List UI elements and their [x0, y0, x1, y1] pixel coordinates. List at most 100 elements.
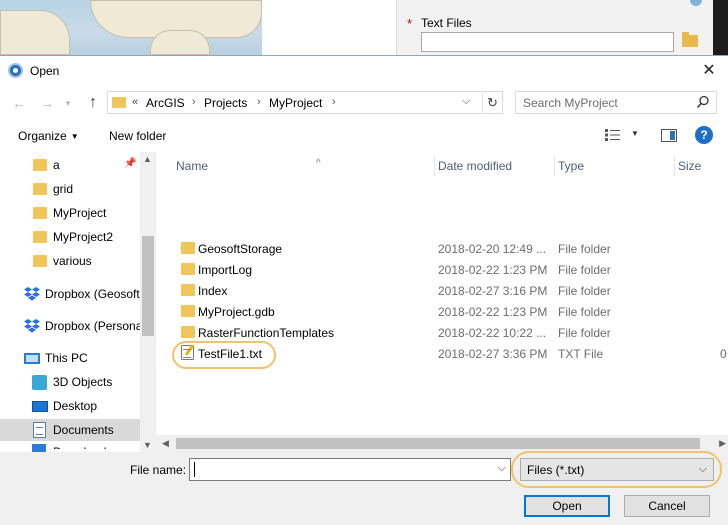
command-bar: Organize ▼ New folder ▼ ?: [0, 120, 728, 152]
file-name: RasterFunctionTemplates: [198, 326, 335, 340]
navigation-pane-scrollbar[interactable]: ▲ ▼: [140, 152, 156, 452]
scrollbar-thumb[interactable]: [142, 236, 154, 336]
file-date: 2018-02-27 3:16 PM: [438, 284, 548, 298]
scroll-left-arrow-icon[interactable]: ◀: [162, 438, 169, 449]
column-header-label: Name: [176, 159, 209, 173]
nav-item-a[interactable]: a 📌: [0, 154, 140, 176]
browse-folder-icon[interactable]: [682, 32, 698, 47]
caret-down-icon: ▼: [70, 132, 79, 141]
nav-item-documents[interactable]: Documents: [0, 419, 140, 441]
breadcrumb-arcgis[interactable]: ArcGIS: [146, 96, 185, 110]
nav-item-dropbox-personal[interactable]: Dropbox (Personal): [0, 315, 149, 337]
search-icon[interactable]: [696, 95, 710, 109]
nav-item-label: Dropbox (Geosoft): [45, 287, 144, 301]
column-header-size[interactable]: Size: [674, 156, 728, 176]
help-icon[interactable]: ?: [695, 126, 713, 144]
file-type-filter-select[interactable]: Files (*.txt) ⌵: [520, 458, 714, 481]
computer-icon: [24, 353, 40, 364]
highlight-ring: [172, 341, 276, 369]
nav-item-dropbox-geosoft[interactable]: Dropbox (Geosoft): [0, 283, 144, 305]
folder-icon: [33, 207, 47, 219]
background-application: * Text Files: [0, 0, 728, 55]
breadcrumb-separator[interactable]: ›: [257, 96, 261, 108]
file-name-label: File name:: [130, 463, 187, 477]
pin-icon[interactable]: 📌: [124, 158, 136, 169]
new-folder-button[interactable]: New folder: [101, 127, 174, 145]
close-button[interactable]: ✕: [696, 59, 722, 83]
file-type: File folder: [558, 263, 611, 277]
cancel-button[interactable]: Cancel: [624, 495, 710, 517]
recent-locations-chevron-icon[interactable]: ▾: [62, 94, 74, 112]
file-row-index[interactable]: Index 2018-02-27 3:16 PM File folder: [172, 280, 728, 301]
view-options-caret-icon[interactable]: ▼: [631, 129, 639, 138]
chevron-down-icon[interactable]: ⌵: [699, 463, 707, 476]
file-row-rasterfunctiontemplates[interactable]: RasterFunctionTemplates 2018-02-22 10:22…: [172, 322, 728, 343]
file-type: File folder: [558, 284, 611, 298]
nav-item-3d-objects[interactable]: 3D Objects: [0, 371, 140, 393]
dialog-titlebar: Open ✕: [0, 56, 728, 86]
breadcrumb-separator[interactable]: ›: [332, 96, 336, 108]
scrollbar-thumb[interactable]: [176, 438, 700, 449]
info-icon[interactable]: [690, 0, 702, 6]
nav-item-label: Documents: [53, 423, 114, 437]
file-row-importlog[interactable]: ImportLog 2018-02-22 1:23 PM File folder: [172, 259, 728, 280]
nav-item-grid[interactable]: grid: [0, 178, 140, 200]
folder-icon: [33, 231, 47, 243]
folder-icon: [181, 305, 195, 317]
text-files-input[interactable]: [421, 32, 674, 52]
file-name: GeosoftStorage: [198, 242, 283, 256]
file-type: TXT File: [558, 347, 604, 361]
nav-item-label: grid: [53, 182, 74, 196]
chevron-down-icon[interactable]: ⌵: [498, 462, 506, 475]
arcgis-app-icon: [8, 63, 23, 78]
folder-icon: [181, 242, 195, 254]
folder-icon: [33, 183, 47, 195]
file-row-myproject-gdb[interactable]: MyProject.gdb 2018-02-22 1:23 PM File fo…: [172, 301, 728, 322]
address-bar[interactable]: « ArcGIS › Projects › MyProject › ⌵ ↻: [107, 91, 503, 114]
desktop-icon: [32, 401, 48, 412]
organize-button[interactable]: Organize ▼: [10, 127, 87, 145]
navigation-pane: a 📌 grid MyProject MyProject2 various Dr…: [0, 152, 156, 452]
background-map: [0, 0, 262, 55]
file-row-geosoftstorage[interactable]: GeosoftStorage 2018-02-20 12:49 ... File…: [172, 238, 728, 259]
folder-icon: [181, 326, 195, 338]
file-type: File folder: [558, 305, 611, 319]
breadcrumb-myproject[interactable]: MyProject: [269, 96, 322, 110]
folder-icon: [181, 284, 195, 296]
nav-item-downloads[interactable]: Downloads: [53, 441, 113, 449]
back-arrow-icon[interactable]: ←: [10, 94, 28, 112]
forward-arrow-icon[interactable]: →: [38, 94, 56, 112]
scroll-down-arrow-icon[interactable]: ▼: [143, 440, 152, 450]
nav-item-label: a: [53, 158, 60, 172]
nav-item-various[interactable]: various: [0, 250, 140, 272]
search-placeholder: Search MyProject: [523, 96, 618, 110]
nav-item-desktop[interactable]: Desktop: [0, 395, 140, 417]
search-input[interactable]: Search MyProject: [515, 91, 717, 114]
breadcrumb-separator[interactable]: ›: [192, 96, 196, 108]
nav-item-myproject2[interactable]: MyProject2: [0, 226, 140, 248]
open-button[interactable]: Open: [524, 495, 610, 517]
background-geoprocessing-panel: * Text Files: [396, 0, 728, 55]
folder-icon: [33, 159, 47, 171]
3d-objects-icon: [32, 375, 47, 390]
file-list-horizontal-scrollbar[interactable]: ◀ ▶: [156, 435, 728, 452]
column-header-date-modified[interactable]: Date modified: [434, 156, 554, 176]
breadcrumb-overflow[interactable]: «: [132, 96, 138, 108]
column-header-type[interactable]: Type: [554, 156, 674, 176]
refresh-icon[interactable]: ↻: [482, 93, 502, 113]
nav-item-myproject[interactable]: MyProject: [0, 202, 140, 224]
preview-pane-icon[interactable]: [661, 129, 677, 142]
chevron-down-icon[interactable]: ⌵: [462, 95, 470, 108]
dialog-footer: File name: ⌵ Files (*.txt) ⌵ Open Cancel: [0, 451, 728, 525]
folder-icon: [181, 263, 195, 275]
folder-icon: [112, 97, 126, 108]
up-arrow-icon[interactable]: ↑: [84, 94, 102, 112]
breadcrumb-projects[interactable]: Projects: [204, 96, 247, 110]
column-header-name[interactable]: Name ^: [176, 156, 434, 176]
scroll-up-arrow-icon[interactable]: ▲: [143, 154, 152, 164]
file-name-input[interactable]: ⌵: [189, 458, 511, 481]
change-view-icon[interactable]: [605, 129, 621, 141]
nav-item-this-pc[interactable]: This PC: [0, 347, 140, 369]
nav-item-label: various: [53, 254, 92, 268]
scroll-right-arrow-icon[interactable]: ▶: [719, 438, 726, 449]
